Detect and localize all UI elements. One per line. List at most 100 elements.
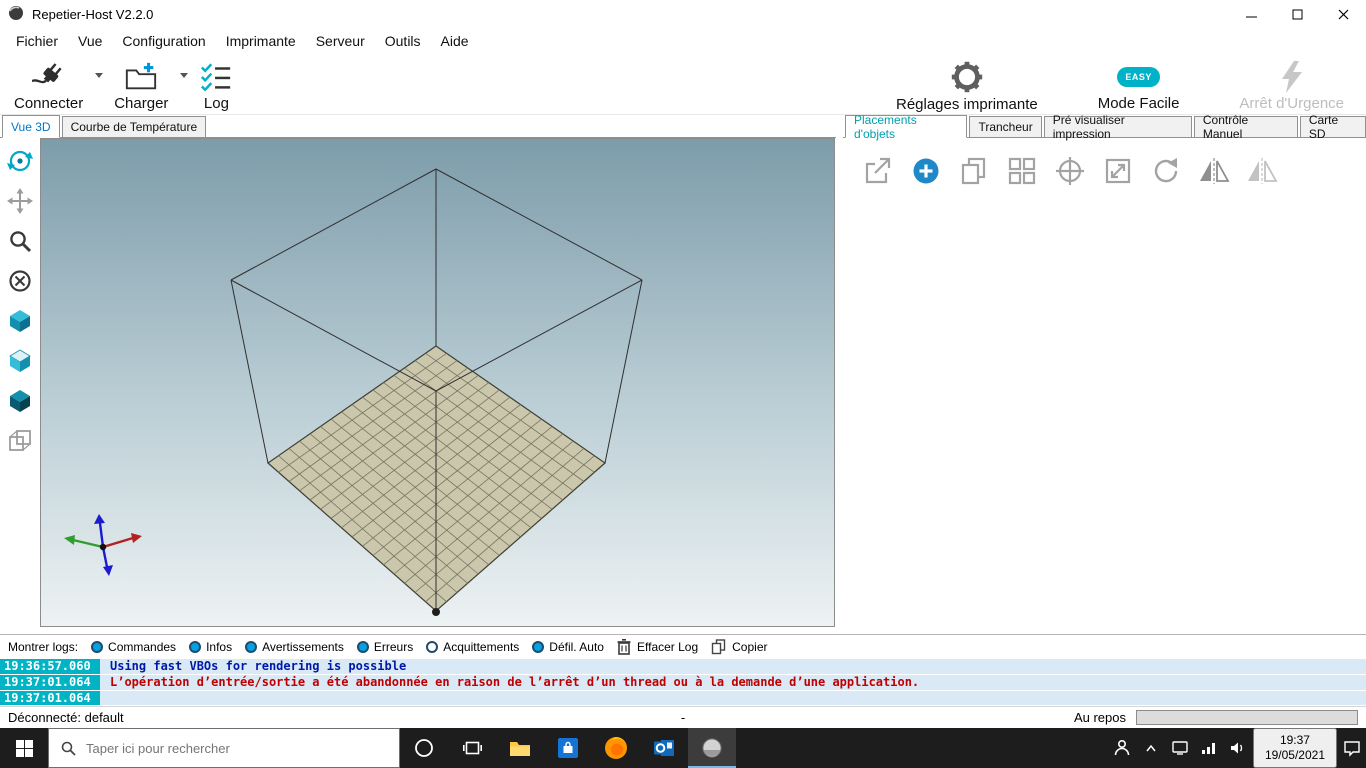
cortana-button[interactable] xyxy=(400,728,448,768)
log-label: Log xyxy=(203,95,229,112)
system-tray: 19:37 19/05/2021 xyxy=(1108,728,1366,768)
people-button[interactable] xyxy=(1108,728,1137,768)
tab-controle-manuel[interactable]: Contrôle Manuel xyxy=(1193,113,1298,141)
filter-commandes[interactable]: Commandes xyxy=(91,640,176,654)
taskbar-search[interactable] xyxy=(48,728,400,768)
center-object-icon[interactable] xyxy=(1051,152,1089,190)
fit-view-icon[interactable] xyxy=(2,261,38,301)
folder-plus-icon xyxy=(124,59,158,94)
hidden-icons-button[interactable] xyxy=(1137,728,1166,768)
origin-marker xyxy=(432,608,440,616)
lightning-icon xyxy=(1277,59,1307,94)
add-object-icon[interactable] xyxy=(907,152,945,190)
connect-dropdown[interactable] xyxy=(91,54,106,114)
copy-log-button[interactable]: Copier xyxy=(711,639,768,655)
clear-log-button[interactable]: Effacer Log xyxy=(617,639,698,655)
filter-dot-icon xyxy=(426,641,439,653)
tab-trancheur[interactable]: Trancheur xyxy=(969,116,1042,137)
mirror-horizontal-icon[interactable] xyxy=(1195,152,1233,190)
tray-network-button[interactable] xyxy=(1195,728,1224,768)
tab-courbe-temperature[interactable]: Courbe de Température xyxy=(61,116,207,137)
mirror-vertical-icon[interactable] xyxy=(1243,152,1281,190)
filter-erreurs[interactable]: Erreurs xyxy=(356,640,413,654)
taskbar-app-firefox[interactable] xyxy=(592,728,640,768)
chevron-down-icon xyxy=(179,72,188,78)
trash-icon xyxy=(617,639,631,655)
taskbar-app-explorer[interactable] xyxy=(496,728,544,768)
tab-previsualiser[interactable]: Pré visualiser impression xyxy=(1043,113,1192,141)
log-toggle-button[interactable]: Log xyxy=(191,54,241,114)
export-object-icon[interactable] xyxy=(859,152,897,190)
log-output[interactable]: 19:36:57.060 Using fast VBOs for renderi… xyxy=(0,659,1366,705)
menu-aide[interactable]: Aide xyxy=(431,30,479,52)
zoom-icon[interactable] xyxy=(2,221,38,261)
connect-button[interactable]: Connecter xyxy=(6,54,91,114)
iso-view-icon[interactable] xyxy=(2,301,38,341)
right-pane: Placements d'objets Trancheur Pré visual… xyxy=(843,113,1366,634)
log-entry: 19:37:01.064 xyxy=(0,691,1366,705)
checklist-icon xyxy=(199,59,233,94)
minimize-button[interactable] xyxy=(1228,0,1274,28)
connection-status: Déconnecté: default xyxy=(8,710,124,725)
search-input[interactable] xyxy=(86,740,386,756)
taskbar-app-store[interactable] xyxy=(544,728,592,768)
filter-defil-auto[interactable]: Défil. Auto xyxy=(532,640,604,654)
connect-label: Connecter xyxy=(14,95,84,112)
tray-volume-button[interactable] xyxy=(1224,728,1253,768)
tab-placements-objets[interactable]: Placements d'objets xyxy=(845,113,968,141)
tray-tablet-button[interactable] xyxy=(1166,728,1195,768)
view-tools-toolbar xyxy=(0,138,40,634)
menu-imprimante[interactable]: Imprimante xyxy=(216,30,306,52)
log-header: Montrer logs: Commandes Infos Avertissem… xyxy=(0,635,1366,659)
perspective-toggle-icon[interactable] xyxy=(2,421,38,461)
menu-outils[interactable]: Outils xyxy=(375,30,431,52)
gear-icon xyxy=(948,59,986,95)
autoposition-icon[interactable] xyxy=(1003,152,1041,190)
statusbar-center: - xyxy=(680,710,686,725)
tab-carte-sd[interactable]: Carte SD xyxy=(1299,113,1366,141)
task-view-button[interactable] xyxy=(448,728,496,768)
top-view-icon[interactable] xyxy=(2,381,38,421)
taskbar-app-outlook[interactable] xyxy=(640,728,688,768)
plug-icon xyxy=(31,59,66,94)
easy-mode-button[interactable]: EASY Mode Facile xyxy=(1090,54,1188,114)
copy-object-icon[interactable] xyxy=(955,152,993,190)
action-center-icon xyxy=(1343,741,1360,757)
front-view-icon[interactable] xyxy=(2,341,38,381)
close-button[interactable] xyxy=(1320,0,1366,28)
menu-vue[interactable]: Vue xyxy=(68,30,112,52)
filter-dot-icon xyxy=(189,641,202,653)
easy-mode-label: Mode Facile xyxy=(1097,95,1180,112)
filter-acquittements[interactable]: Acquittements xyxy=(426,640,519,654)
orbit-view-icon[interactable] xyxy=(2,141,38,181)
filter-infos[interactable]: Infos xyxy=(189,640,232,654)
menu-configuration[interactable]: Configuration xyxy=(112,30,215,52)
rotate-object-icon[interactable] xyxy=(1147,152,1185,190)
copy-log-label: Copier xyxy=(732,640,768,654)
pan-view-icon[interactable] xyxy=(2,181,38,221)
load-dropdown[interactable] xyxy=(176,54,191,114)
printer-settings-button[interactable]: Réglages imprimante xyxy=(888,54,1046,114)
load-button[interactable]: Charger xyxy=(106,54,176,114)
taskbar-clock[interactable]: 19:37 19/05/2021 xyxy=(1252,728,1337,768)
toolbar-right-group: Réglages imprimante EASY Mode Facile Arr… xyxy=(888,54,1366,114)
volume-icon xyxy=(1231,742,1243,754)
action-center-button[interactable] xyxy=(1337,728,1366,768)
start-button[interactable] xyxy=(0,728,48,768)
left-tab-bar: Vue 3D Courbe de Température xyxy=(0,115,836,138)
taskbar-app-repetier[interactable] xyxy=(688,728,736,768)
emergency-stop-button[interactable]: Arrêt d'Urgence xyxy=(1231,54,1352,114)
scale-object-icon[interactable] xyxy=(1099,152,1137,190)
repetier-icon xyxy=(702,738,722,758)
taskbar: 19:37 19/05/2021 xyxy=(0,728,1366,768)
menu-fichier[interactable]: Fichier xyxy=(6,30,68,52)
statusbar: Déconnecté: default - Au repos xyxy=(0,706,1366,728)
clock-time: 19:37 xyxy=(1279,733,1310,747)
filter-dot-icon xyxy=(245,641,258,653)
maximize-button[interactable] xyxy=(1274,0,1320,28)
tab-vue-3d[interactable]: Vue 3D xyxy=(2,115,60,138)
windows-logo-icon xyxy=(15,739,33,757)
menu-serveur[interactable]: Serveur xyxy=(306,30,375,52)
filter-avertissements[interactable]: Avertissements xyxy=(245,640,344,654)
viewport-3d[interactable] xyxy=(40,138,835,627)
